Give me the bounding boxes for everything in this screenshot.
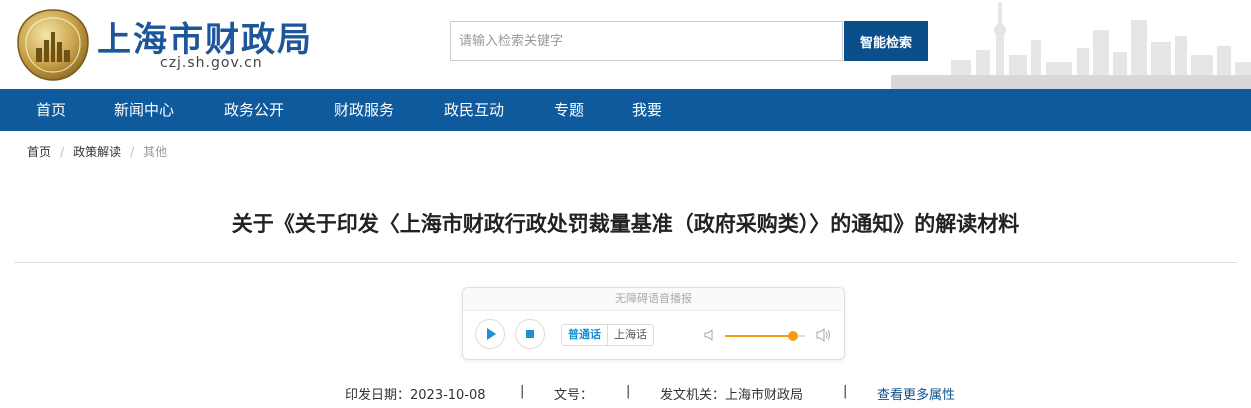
breadcrumb-separator: /	[130, 145, 135, 159]
article-title: 关于《关于印发〈上海市财政行政处罚裁量基准（政府采购类）〉的通知》的解读材料	[231, 212, 1020, 236]
site-header: 上海市财政局 czj.sh.gov.cn 智能检索	[0, 0, 1251, 89]
meta-date-value: 2023-10-08	[410, 388, 486, 403]
volume-slider-fill	[725, 335, 793, 337]
breadcrumb: 首页 / 政策解读 / 其他	[27, 143, 167, 160]
meta-issuer: 发文机关：上海市财政局	[660, 384, 803, 403]
view-more-attributes-link[interactable]: 查看更多属性	[877, 388, 955, 403]
search-input[interactable]	[450, 21, 843, 61]
title-divider	[14, 262, 1237, 263]
volume-slider[interactable]	[725, 331, 805, 341]
meta-separator: |	[843, 384, 848, 399]
audio-player: 无障碍语音播报 普通话 上海话	[462, 287, 845, 360]
nav-item-home[interactable]: 首页	[36, 89, 66, 131]
stop-icon	[526, 330, 534, 338]
nav-item-interaction[interactable]: 政民互动	[444, 89, 504, 131]
audio-player-title: 无障碍语音播报	[463, 288, 844, 311]
breadcrumb-current[interactable]: 其他	[143, 145, 167, 159]
meta-date-label: 印发日期：	[345, 388, 411, 403]
nav-item-finance-services[interactable]: 财政服务	[334, 89, 394, 131]
search-button[interactable]: 智能检索	[844, 21, 928, 61]
nav-item-gov-affairs[interactable]: 政务公开	[224, 89, 284, 131]
logo-emblem-icon[interactable]	[14, 8, 92, 82]
stop-button[interactable]	[515, 319, 545, 349]
meta-issuer-label: 发文机关：	[660, 388, 726, 403]
meta-separator: |	[520, 384, 525, 399]
skyline-decoration	[891, 2, 1251, 89]
meta-date: 印发日期：2023-10-08	[345, 384, 486, 403]
play-button[interactable]	[475, 319, 505, 349]
site-domain: czj.sh.gov.cn	[160, 55, 263, 71]
lang-shanghai-option[interactable]: 上海话	[608, 325, 653, 345]
nav-item-i-want[interactable]: 我要	[632, 89, 662, 131]
meta-issuer-value: 上海市财政局	[725, 388, 804, 403]
meta-more: 查看更多属性	[877, 384, 955, 403]
volume-slider-handle[interactable]	[788, 331, 798, 341]
meta-separator: |	[626, 384, 631, 399]
meta-doc-number-label: 文号：	[554, 388, 594, 403]
breadcrumb-home[interactable]: 首页	[27, 145, 51, 159]
nav-item-topics[interactable]: 专题	[554, 89, 584, 131]
site-name[interactable]: 上海市财政局	[97, 12, 313, 61]
nav-item-news[interactable]: 新闻中心	[114, 89, 174, 131]
main-nav: 首页 新闻中心 政务公开 财政服务 政民互动 专题 我要	[0, 89, 1251, 131]
lang-mandarin-option[interactable]: 普通话	[562, 325, 608, 345]
breadcrumb-separator: /	[60, 145, 65, 159]
volume-low-icon[interactable]	[703, 328, 717, 342]
language-switch: 普通话 上海话	[561, 324, 654, 346]
breadcrumb-policy[interactable]: 政策解读	[73, 145, 121, 159]
meta-doc-number: 文号：	[554, 384, 593, 403]
volume-high-icon[interactable]	[815, 327, 833, 343]
play-icon	[487, 328, 496, 340]
